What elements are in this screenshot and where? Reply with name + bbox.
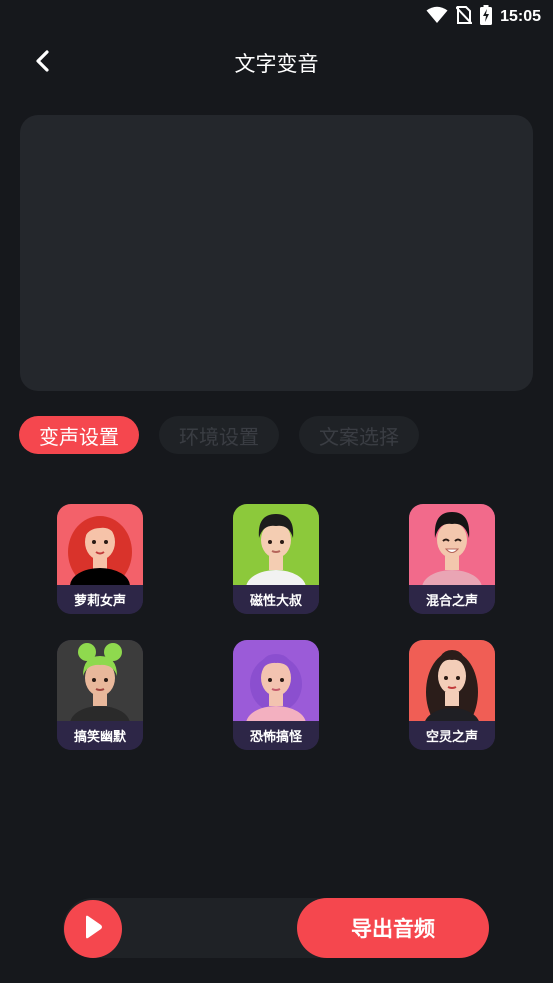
tab-script-selection[interactable]: 文案选择 xyxy=(299,416,419,454)
screen: 15:05 文字变音 变声设置 环境设置 文案选择 萝莉女声 磁性大叔 混合之声… xyxy=(0,0,553,983)
voice-card-horror[interactable]: 恐怖搞怪 xyxy=(233,640,319,750)
play-button[interactable] xyxy=(64,900,122,958)
tab-voice-settings[interactable]: 变声设置 xyxy=(19,416,139,454)
voice-card-ethereal[interactable]: 空灵之声 xyxy=(409,640,495,750)
voice-card-funny[interactable]: 搞笑幽默 xyxy=(57,640,143,750)
text-input-panel[interactable] xyxy=(20,115,533,391)
avatar xyxy=(409,504,495,585)
battery-charging-icon xyxy=(480,5,493,29)
tab-bar: 变声设置 环境设置 文案选择 xyxy=(19,416,419,454)
play-icon xyxy=(81,914,105,944)
status-bar: 15:05 xyxy=(0,0,553,30)
voice-card-mixed[interactable]: 混合之声 xyxy=(409,504,495,614)
voice-label: 混合之声 xyxy=(409,585,495,614)
wifi-icon xyxy=(426,6,448,28)
voice-card-magnetic-uncle[interactable]: 磁性大叔 xyxy=(233,504,319,614)
avatar xyxy=(233,504,319,585)
avatar xyxy=(57,504,143,585)
voice-label: 恐怖搞怪 xyxy=(233,721,319,750)
status-icons: 15:05 xyxy=(426,5,541,29)
export-audio-button[interactable]: 导出音频 xyxy=(297,898,489,958)
no-sim-icon xyxy=(455,6,473,28)
voice-label: 磁性大叔 xyxy=(233,585,319,614)
status-time: 15:05 xyxy=(500,8,541,25)
voice-label: 萝莉女声 xyxy=(57,585,143,614)
voice-card-loli[interactable]: 萝莉女声 xyxy=(57,504,143,614)
avatar xyxy=(233,640,319,721)
avatar xyxy=(57,640,143,721)
page-title: 文字变音 xyxy=(234,52,319,76)
tab-environment-settings[interactable]: 环境设置 xyxy=(159,416,279,454)
voice-label: 空灵之声 xyxy=(409,721,495,750)
voice-label: 搞笑幽默 xyxy=(57,721,143,750)
avatar xyxy=(409,640,495,721)
